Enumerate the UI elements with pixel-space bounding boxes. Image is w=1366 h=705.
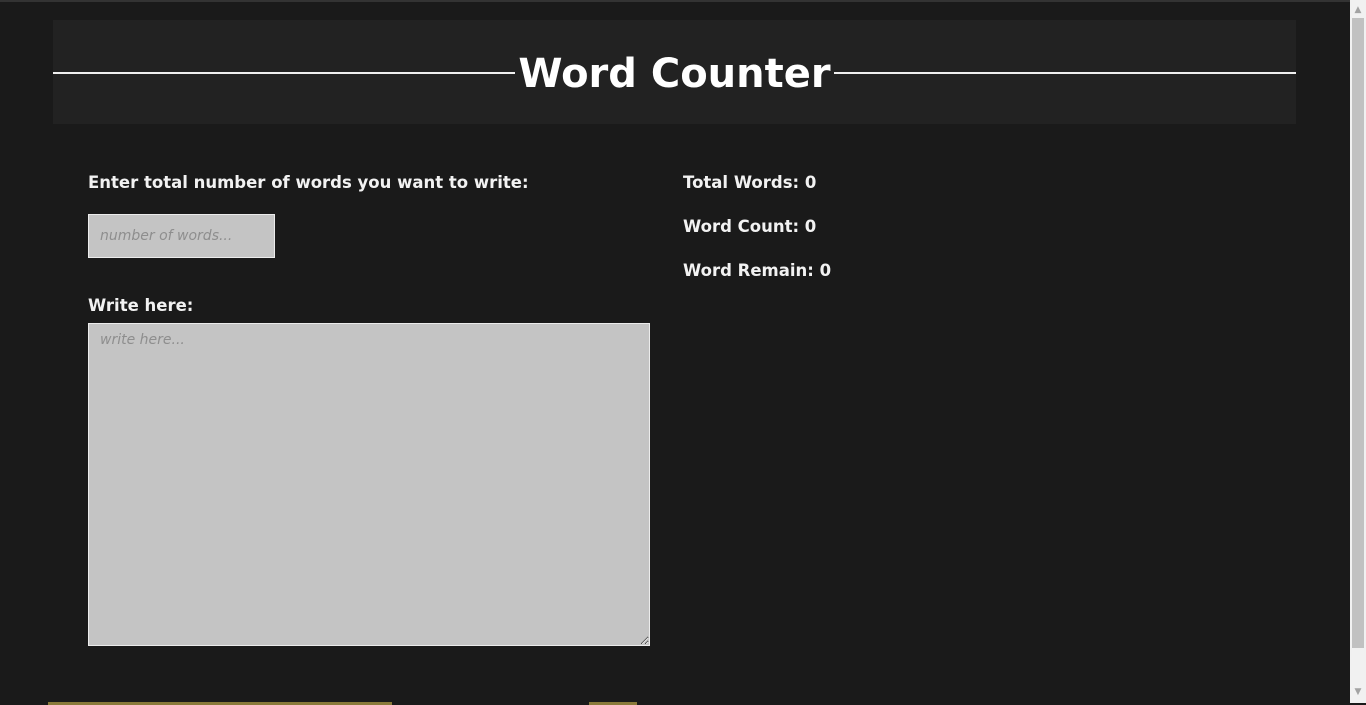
writing-textarea[interactable] bbox=[88, 323, 650, 646]
target-words-input[interactable] bbox=[88, 214, 275, 258]
header-divider-left bbox=[53, 72, 515, 74]
header-divider-right bbox=[834, 72, 1296, 74]
vertical-scrollbar[interactable]: ▲ ▼ bbox=[1350, 0, 1366, 703]
page-header: Word Counter bbox=[53, 20, 1296, 124]
word-remain-stat: Word Remain: 0 bbox=[683, 261, 832, 280]
page-title: Word Counter bbox=[518, 51, 831, 97]
write-here-label: Write here: bbox=[88, 296, 194, 315]
scrollbar-thumb[interactable] bbox=[1352, 18, 1364, 648]
total-words-stat: Total Words: 0 bbox=[683, 173, 817, 192]
scroll-up-arrow-icon[interactable]: ▲ bbox=[1350, 2, 1366, 18]
page-viewport: Word Counter Enter total number of words… bbox=[0, 0, 1350, 705]
scroll-down-arrow-icon[interactable]: ▼ bbox=[1350, 684, 1366, 700]
target-words-label: Enter total number of words you want to … bbox=[88, 173, 529, 192]
word-count-stat: Word Count: 0 bbox=[683, 217, 817, 236]
